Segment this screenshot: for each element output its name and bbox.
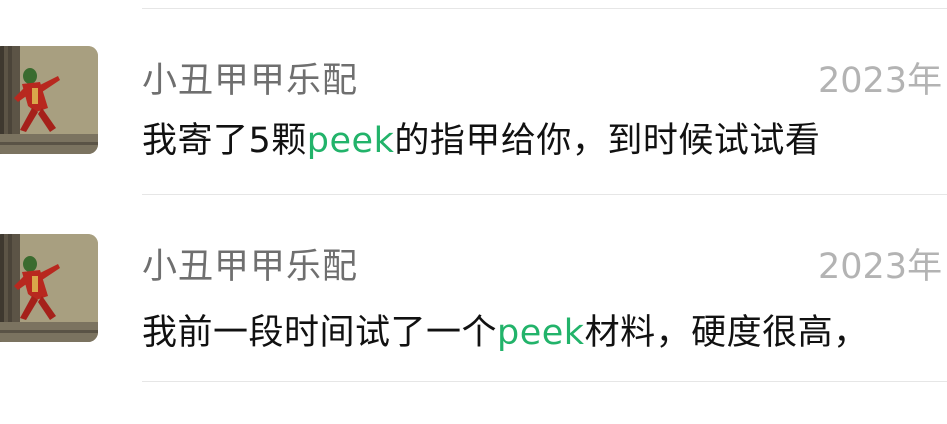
avatar[interactable] xyxy=(0,234,98,342)
divider-top xyxy=(142,8,947,9)
joker-stairs-avatar-icon xyxy=(0,46,98,154)
avatar[interactable] xyxy=(0,46,98,154)
message-text: 我前一段时间试了一个 xyxy=(142,313,498,353)
divider xyxy=(142,194,947,195)
message-preview: 我寄了5颗peek的指甲给你，到时候试试看 xyxy=(142,112,820,163)
message-preview: 我前一段时间试了一个peek材料，硬度很高， xyxy=(142,304,869,355)
chat-result-item[interactable]: 小丑甲甲乐配 2023年 我前一段时间试了一个peek材料，硬度很高， xyxy=(0,216,947,376)
message-text: 的指甲给你，到时候试试看 xyxy=(394,121,821,161)
contact-name: 小丑甲甲乐配 xyxy=(142,247,359,287)
keyword-highlight: peek xyxy=(497,313,585,353)
joker-stairs-avatar-icon xyxy=(0,234,98,342)
chat-search-results: 小丑甲甲乐配 2023年 我寄了5颗peek的指甲给你，到时候试试看 小丑甲甲乐… xyxy=(0,0,947,424)
message-text: 我寄了5颗 xyxy=(142,121,307,161)
message-time: 2023年 xyxy=(818,247,943,287)
message-text: 材料，硬度很高， xyxy=(584,313,869,353)
chat-result-item[interactable]: 小丑甲甲乐配 2023年 我寄了5颗peek的指甲给你，到时候试试看 xyxy=(0,30,947,190)
keyword-highlight: peek xyxy=(306,121,395,161)
contact-name: 小丑甲甲乐配 xyxy=(142,61,359,101)
divider xyxy=(142,381,947,382)
message-time: 2023年 xyxy=(818,61,943,101)
